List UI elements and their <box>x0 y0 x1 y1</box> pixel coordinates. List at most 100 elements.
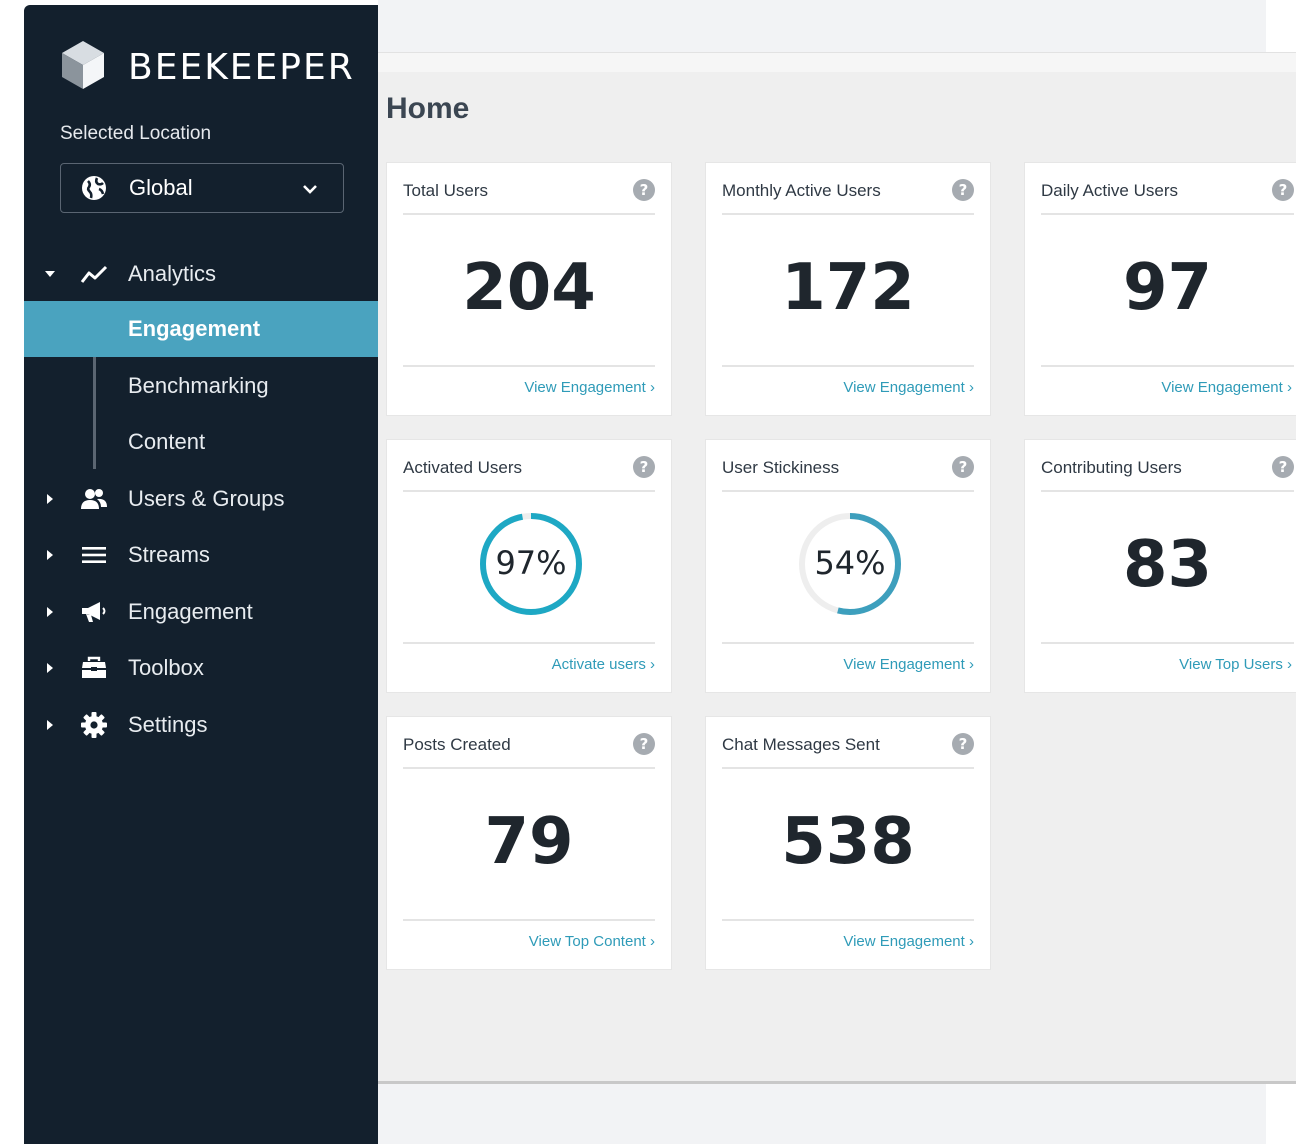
card-link-label: View Top Users <box>1179 656 1283 673</box>
caret-down-icon <box>45 271 55 277</box>
metric-value: 83 <box>1122 528 1213 602</box>
analytics-icon <box>80 265 108 283</box>
help-icon[interactable]: ? <box>952 456 974 478</box>
chevron-right-icon: › <box>969 933 974 950</box>
divider <box>403 919 655 921</box>
metric-value: 538 <box>781 805 915 879</box>
card-title: User Stickiness <box>722 458 840 477</box>
divider <box>403 213 655 215</box>
help-icon[interactable]: ? <box>633 456 655 478</box>
card-link[interactable]: View Engagement › <box>524 379 655 396</box>
divider <box>1041 365 1294 367</box>
metric-card-monthly-active-users: Monthly Active Users ? 172 View Engageme… <box>705 162 991 416</box>
chevron-right-icon: › <box>969 656 974 673</box>
caret-right-icon <box>47 720 53 730</box>
sidebar-item-engagement[interactable]: Engagement <box>24 584 378 640</box>
card-title: Daily Active Users <box>1041 181 1178 200</box>
content-header-strip <box>378 52 1296 72</box>
chevron-right-icon: › <box>969 379 974 396</box>
divider <box>722 213 974 215</box>
divider <box>1041 642 1294 644</box>
card-title: Activated Users <box>403 458 523 477</box>
sidebar: BEEKEEPER Selected Location Global Analy… <box>24 5 378 1144</box>
metric-card-daily-active-users: Daily Active Users ? 97 View Engagement … <box>1024 162 1296 416</box>
card-link[interactable]: View Engagement › <box>1161 379 1292 396</box>
beekeeper-logo-icon <box>62 41 104 89</box>
card-link[interactable]: Activate users › <box>552 656 655 673</box>
divider <box>403 767 655 769</box>
card-link-label: View Top Content <box>528 933 646 950</box>
chevron-right-icon: › <box>1287 656 1292 673</box>
caret-right-icon <box>47 494 53 504</box>
chevron-right-icon: › <box>650 656 655 673</box>
help-icon[interactable]: ? <box>1272 456 1294 478</box>
card-link[interactable]: View Engagement › <box>843 933 974 950</box>
help-icon[interactable]: ? <box>952 179 974 201</box>
ring-value: 97% <box>495 544 566 582</box>
metric-card-activated-users: Activated Users ? 97% Activate users › <box>386 439 672 693</box>
metric-value: 172 <box>781 251 915 325</box>
sidebar-item-users-groups[interactable]: Users & Groups <box>24 471 378 527</box>
card-title: Contributing Users <box>1041 458 1182 477</box>
card-link[interactable]: View Top Content › <box>529 933 655 950</box>
sidebar-item-label: Toolbox <box>128 655 204 680</box>
metric-card-user-stickiness: User Stickiness ? 54% View Engagement › <box>705 439 991 693</box>
sidebar-subitem-label: Benchmarking <box>128 373 269 398</box>
sidebar-subitem-engagement[interactable]: Engagement <box>24 301 378 357</box>
chevron-right-icon: › <box>650 379 655 396</box>
gear-icon <box>81 712 107 738</box>
caret-right-icon <box>47 663 53 673</box>
card-link-label: View Engagement <box>524 379 646 396</box>
sidebar-item-toolbox[interactable]: Toolbox <box>24 640 378 696</box>
card-title: Chat Messages Sent <box>722 735 880 754</box>
progress-ring-activated: 97% <box>480 513 582 615</box>
sidebar-subitem-benchmarking[interactable]: Benchmarking <box>24 358 378 414</box>
location-value: Global <box>129 175 193 200</box>
card-link[interactable]: View Top Users › <box>1179 656 1292 673</box>
location-select[interactable]: Global <box>60 163 344 213</box>
divider <box>722 490 974 492</box>
help-icon[interactable]: ? <box>1272 179 1294 201</box>
card-link-label: View Engagement <box>843 379 965 396</box>
sidebar-subitem-content[interactable]: Content <box>24 414 378 470</box>
metric-card-contributing-users: Contributing Users ? 83 View Top Users › <box>1024 439 1296 693</box>
brand-logo[interactable]: BEEKEEPER <box>60 39 353 91</box>
metric-card-posts-created: Posts Created ? 79 View Top Content › <box>386 716 672 970</box>
divider <box>722 919 974 921</box>
ring-value: 54% <box>814 544 885 582</box>
chevron-right-icon: › <box>650 933 655 950</box>
streams-icon <box>82 547 106 563</box>
sidebar-item-label: Engagement <box>128 599 253 624</box>
globe-icon <box>82 176 106 200</box>
chevron-right-icon: › <box>1287 379 1292 396</box>
sidebar-item-settings[interactable]: Settings <box>24 697 378 753</box>
card-link-label: View Engagement <box>1161 379 1283 396</box>
brand-name: BEEKEEPER <box>128 47 355 88</box>
sidebar-item-streams[interactable]: Streams <box>24 527 378 583</box>
metric-value: 79 <box>484 805 574 879</box>
metric-card-total-users: Total Users ? 204 View Engagement › <box>386 162 672 416</box>
help-icon[interactable]: ? <box>952 733 974 755</box>
divider <box>722 642 974 644</box>
page-title: Home <box>386 92 470 125</box>
caret-right-icon <box>47 550 53 560</box>
progress-ring-stickiness: 54% <box>799 513 901 615</box>
sidebar-subitem-label: Engagement <box>128 316 261 341</box>
caret-right-icon <box>47 607 53 617</box>
help-icon[interactable]: ? <box>633 179 655 201</box>
metric-value: 97 <box>1122 251 1213 325</box>
card-link[interactable]: View Engagement › <box>843 656 974 673</box>
divider <box>403 365 655 367</box>
megaphone-icon <box>82 602 106 622</box>
location-label: Selected Location <box>60 123 212 144</box>
card-link[interactable]: View Engagement › <box>843 379 974 396</box>
sidebar-item-label: Settings <box>128 712 208 737</box>
card-title: Posts Created <box>403 735 511 754</box>
users-icon <box>81 489 107 509</box>
metric-card-chat-messages-sent: Chat Messages Sent ? 538 View Engagement… <box>705 716 991 970</box>
divider <box>722 365 974 367</box>
help-icon[interactable]: ? <box>633 733 655 755</box>
card-link-label: View Engagement <box>843 933 965 950</box>
sidebar-item-analytics[interactable]: Analytics <box>24 246 378 302</box>
sidebar-item-label: Analytics <box>128 261 217 286</box>
